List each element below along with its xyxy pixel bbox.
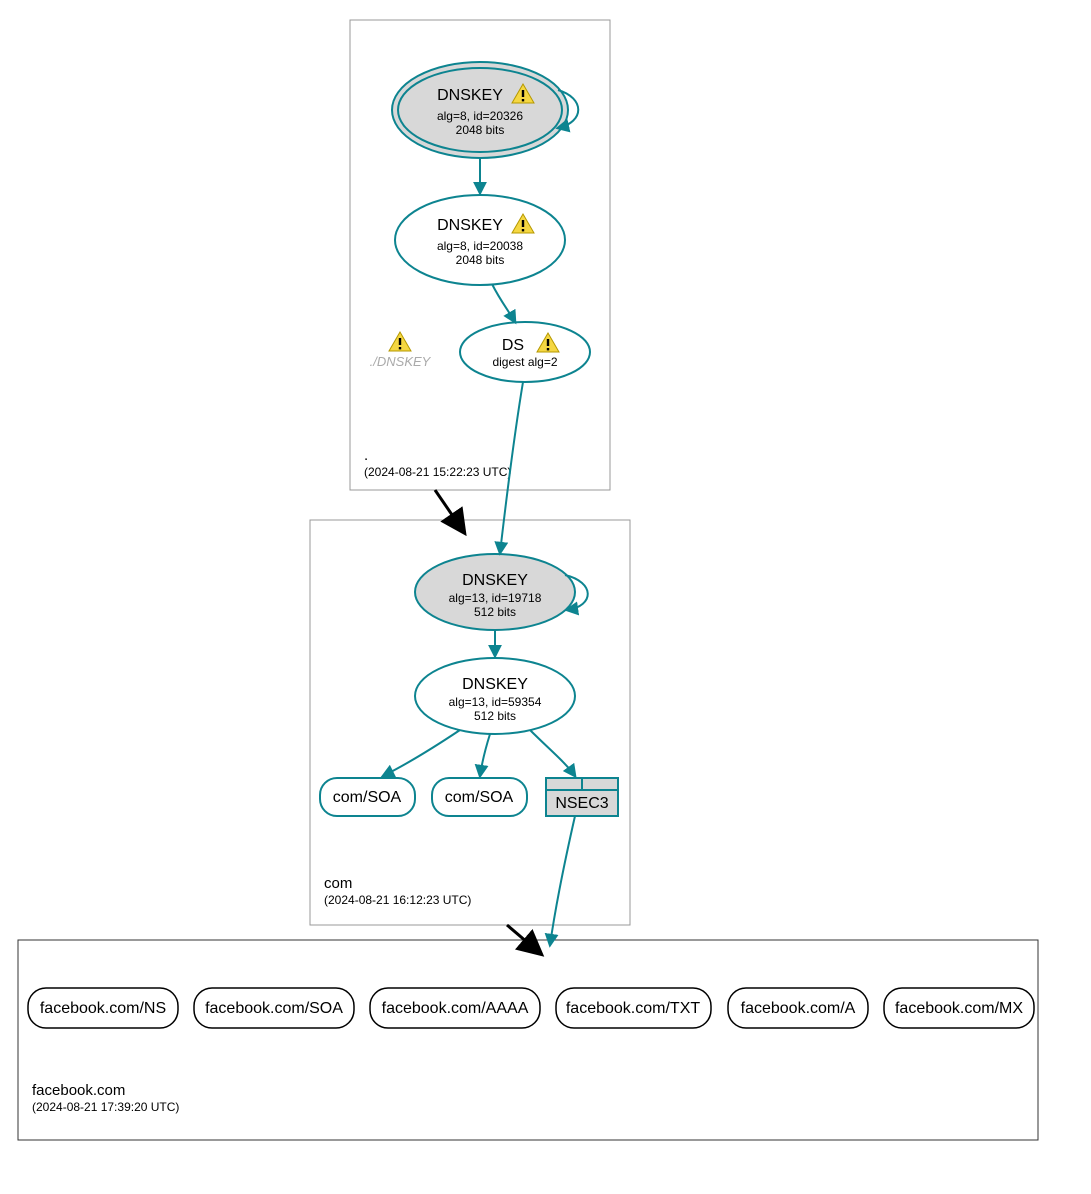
svg-text:DNSKEY: DNSKEY — [437, 217, 503, 234]
edge-com-zsk-soa1 — [383, 730, 460, 776]
svg-text:alg=8, id=20038: alg=8, id=20038 — [437, 239, 523, 253]
zone-com-name: com — [324, 875, 352, 892]
svg-text:alg=13, id=59354: alg=13, id=59354 — [449, 695, 542, 709]
edge-com-to-fb-black — [507, 925, 534, 948]
svg-text:facebook.com/MX: facebook.com/MX — [895, 1000, 1023, 1017]
svg-text:facebook.com/SOA: facebook.com/SOA — [205, 1000, 343, 1017]
node-com-soa2: com/SOA — [432, 778, 527, 816]
dnssec-graph: . (2024-08-21 15:22:23 UTC) DNSKEY alg=8… — [10, 10, 1081, 1184]
svg-text:facebook.com/NS: facebook.com/NS — [40, 1000, 166, 1017]
svg-text:2048 bits: 2048 bits — [456, 253, 505, 267]
svg-text:./DNSKEY: ./DNSKEY — [370, 354, 432, 369]
svg-text:alg=13, id=19718: alg=13, id=19718 — [449, 591, 542, 605]
node-root-ksk: DNSKEY alg=8, id=20326 2048 bits — [392, 62, 568, 158]
node-com-ksk: DNSKEY alg=13, id=19718 512 bits — [415, 554, 575, 630]
svg-text:facebook.com/TXT: facebook.com/TXT — [566, 1000, 701, 1017]
svg-text:NSEC3: NSEC3 — [555, 795, 608, 812]
edge-nsec3-to-fb — [550, 816, 575, 945]
node-root-zsk: DNSKEY alg=8, id=20038 2048 bits — [395, 195, 565, 285]
zone-fb-ts: (2024-08-21 17:39:20 UTC) — [32, 1100, 179, 1114]
edge-com-zsk-nsec3 — [530, 730, 575, 776]
zone-fb-name: facebook.com — [32, 1082, 125, 1099]
svg-text:2048 bits: 2048 bits — [456, 123, 505, 137]
svg-text:512 bits: 512 bits — [474, 709, 516, 723]
node-fb-soa: facebook.com/SOA — [194, 988, 354, 1028]
zone-com-ts: (2024-08-21 16:12:23 UTC) — [324, 893, 471, 907]
svg-text:alg=8, id=20326: alg=8, id=20326 — [437, 109, 523, 123]
node-com-zsk: DNSKEY alg=13, id=59354 512 bits — [415, 658, 575, 734]
svg-text:512 bits: 512 bits — [474, 605, 516, 619]
zone-root-ts: (2024-08-21 15:22:23 UTC) — [364, 465, 511, 479]
node-fb-a: facebook.com/A — [728, 988, 868, 1028]
node-root-ds: DS digest alg=2 — [460, 322, 590, 382]
node-fb-txt: facebook.com/TXT — [556, 988, 711, 1028]
node-root-dnskey-gray: ./DNSKEY — [370, 332, 432, 369]
node-com-nsec3: NSEC3 — [546, 778, 618, 816]
edge-com-zsk-soa2 — [480, 734, 490, 776]
node-com-soa1: com/SOA — [320, 778, 415, 816]
svg-text:com/SOA: com/SOA — [445, 789, 514, 806]
zone-root-name: . — [364, 447, 368, 464]
warning-icon — [389, 332, 411, 351]
node-fb-mx: facebook.com/MX — [884, 988, 1034, 1028]
node-fb-ns: facebook.com/NS — [28, 988, 178, 1028]
svg-text:DNSKEY: DNSKEY — [437, 87, 503, 104]
svg-text:com/SOA: com/SOA — [333, 789, 402, 806]
svg-text:facebook.com/AAAA: facebook.com/AAAA — [382, 1000, 529, 1017]
svg-text:DS: DS — [502, 337, 524, 354]
edge-root-zsk-ds — [492, 284, 515, 322]
svg-text:DNSKEY: DNSKEY — [462, 572, 528, 589]
svg-text:DNSKEY: DNSKEY — [462, 676, 528, 693]
svg-text:facebook.com/A: facebook.com/A — [741, 1000, 856, 1017]
svg-text:digest alg=2: digest alg=2 — [492, 355, 557, 369]
node-fb-aaaa: facebook.com/AAAA — [370, 988, 540, 1028]
